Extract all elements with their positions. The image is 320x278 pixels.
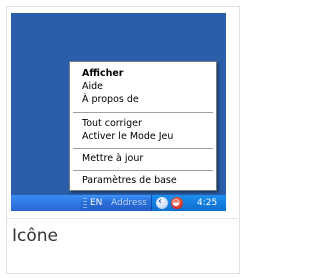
language-indicator[interactable]: EN [90, 197, 102, 209]
address-toolbar-label[interactable]: Address [111, 197, 147, 209]
expand-tray-icon[interactable]: ‹ [156, 196, 168, 209]
app-tray-icon[interactable]: ◒ [171, 197, 183, 209]
clock[interactable]: 4:25 [197, 197, 217, 209]
menu-item-mode-jeu[interactable]: Activer le Mode Jeu [82, 131, 173, 143]
menu-item-mettre-a-jour[interactable]: Mettre à jour [82, 153, 143, 165]
menu-item-aide[interactable]: Aide [82, 81, 103, 93]
menu-separator [73, 170, 213, 171]
menu-item-parametres[interactable]: Paramètres de base [82, 175, 177, 187]
screenshot-area: Afficher Aide À propos de Tout corriger … [11, 13, 226, 211]
menu-separator [73, 112, 213, 113]
taskbar-empty-area [11, 195, 81, 211]
menu-separator [73, 148, 213, 149]
menu-item-a-propos[interactable]: À propos de [82, 94, 139, 106]
tray-context-menu: Afficher Aide À propos de Tout corriger … [69, 61, 217, 191]
menu-item-afficher[interactable]: Afficher [82, 68, 123, 80]
caption: Icône [12, 226, 58, 246]
taskbar: EN Address ‹ ◒ 4:25 [11, 195, 226, 211]
caption-divider [6, 218, 238, 219]
toolbar-grip-icon[interactable] [83, 198, 87, 208]
menu-item-tout-corriger[interactable]: Tout corriger [82, 118, 142, 130]
